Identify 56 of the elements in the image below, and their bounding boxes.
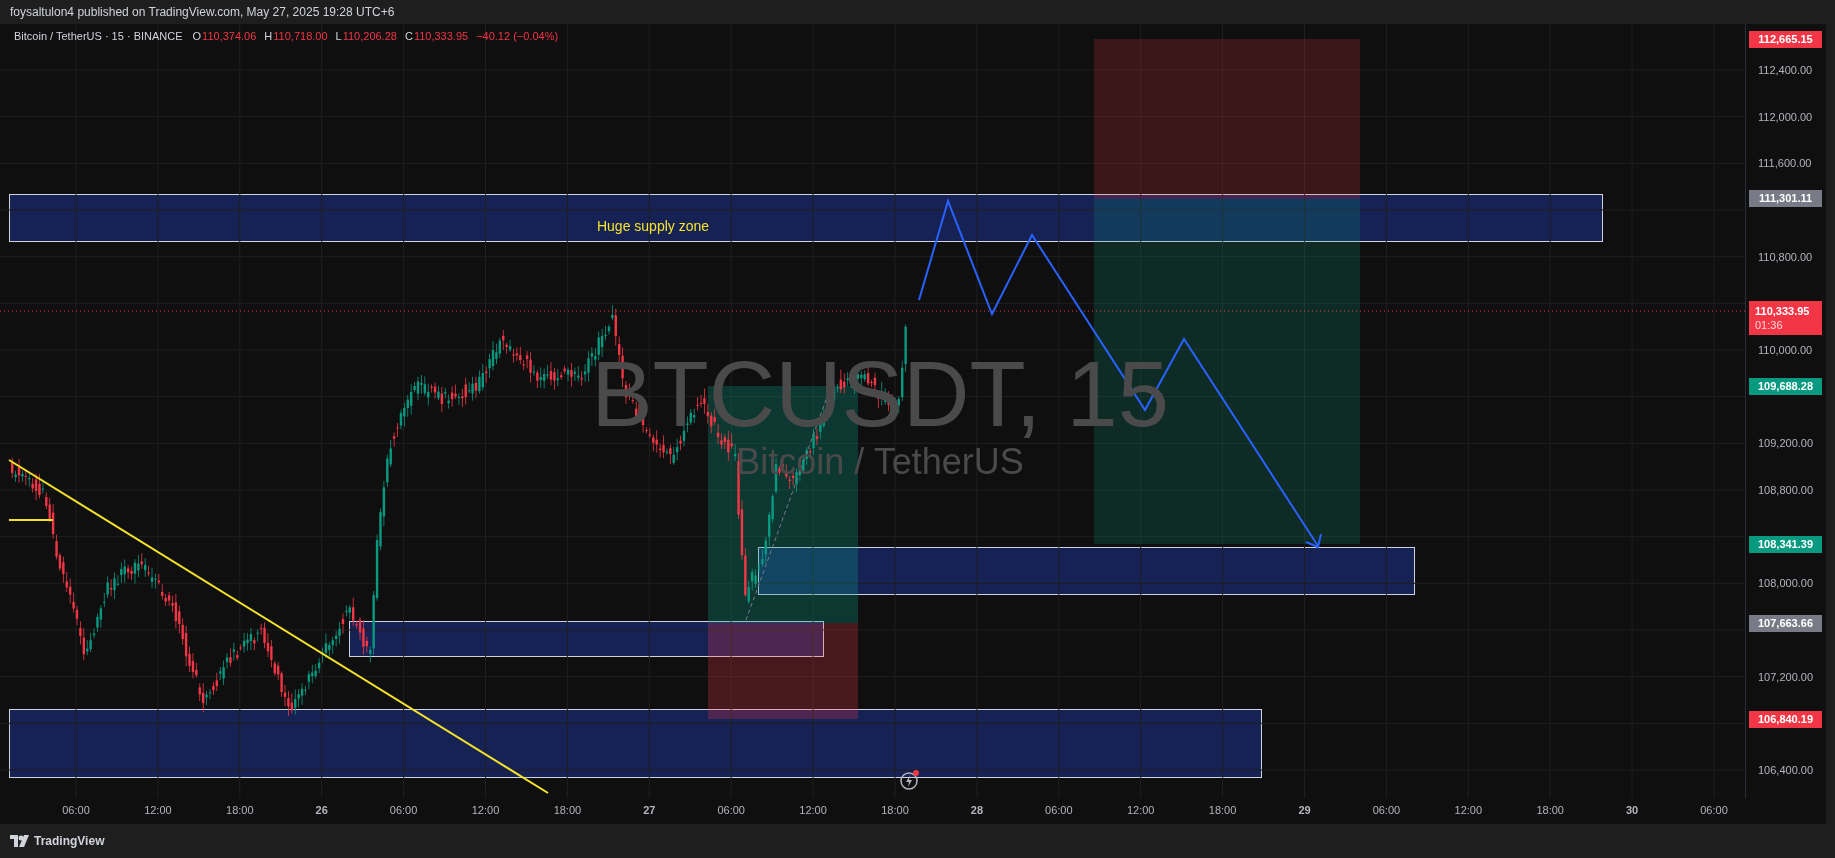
time-tick-label: 18:00 <box>880 803 910 817</box>
ohlc-label: H <box>264 29 273 44</box>
price-label: 111,301.11 <box>1749 190 1822 208</box>
ohlc-label: C <box>404 29 413 44</box>
ohlc-value: 110,206.28 <box>342 29 397 44</box>
time-tick-label: 06:00 <box>1044 803 1074 817</box>
time-tick-label: 18:00 <box>1207 803 1238 817</box>
price-tick-label: 108,800.00 <box>1758 483 1814 497</box>
price-label: 107,663.66 <box>1749 614 1822 632</box>
time-tick-label: 12:00 <box>1125 803 1156 817</box>
bar-countdown: 01:36 <box>1755 318 1783 333</box>
current-price: 110,333.95 <box>1755 304 1810 319</box>
horizontal-line[interactable] <box>8 519 54 521</box>
price-label: 108,341.39 <box>1749 535 1822 553</box>
zone-label: Huge supply zone <box>596 217 710 236</box>
price-tick-label: 112,000.00 <box>1758 109 1813 124</box>
time-tick-label: 26 <box>314 803 329 817</box>
price-tick-label: 110,000.00 <box>1758 343 1813 357</box>
price-tick-label: 110,800.00 <box>1758 249 1813 264</box>
lightning-icon[interactable] <box>899 769 921 791</box>
price-change: −40.12 (−0.04%) <box>476 29 559 44</box>
price-label: 106,840.19 <box>1749 710 1822 728</box>
price-tick-label: 107,200.00 <box>1758 669 1814 684</box>
time-tick-label: 27 <box>642 803 657 817</box>
trend-line[interactable] <box>8 459 549 794</box>
ohlc-value: 110,718.00 <box>273 29 328 44</box>
logo-icon <box>10 835 30 847</box>
brand-name[interactable]: TradingView <box>34 832 105 850</box>
time-tick-label: 06:00 <box>1699 803 1729 817</box>
time-tick-label: 12:00 <box>470 803 501 817</box>
time-tick-label: 06:00 <box>716 803 746 817</box>
ohlc-label: L <box>335 29 342 44</box>
price-label: 112,665.15 <box>1749 31 1822 49</box>
time-tick-label: 06:00 <box>388 803 419 817</box>
price-tick-label: 109,200.00 <box>1758 436 1814 451</box>
price-label: 109,688.28 <box>1749 378 1822 396</box>
price-tick-label: 112,400.00 <box>1758 63 1813 77</box>
time-tick-label: 06:00 <box>1371 803 1402 817</box>
ohlc-value: 110,333.95 <box>413 29 469 44</box>
time-tick-label: 06:00 <box>61 803 91 817</box>
price-tick-label: 108,000.00 <box>1758 576 1814 591</box>
time-tick-label: 12:00 <box>143 803 173 817</box>
time-tick-label: 29 <box>1297 803 1312 817</box>
ohlc-value: 110,374.06 <box>202 29 257 44</box>
time-tick-label: 28 <box>969 803 984 817</box>
time-tick-label: 18:00 <box>225 803 255 817</box>
symbol-description: Bitcoin / TetherUS · 15 · BINANCE <box>14 29 183 44</box>
price-tick-label: 111,600.00 <box>1758 156 1812 171</box>
publisher-text: foysaltulon4 published on TradingView.com, May 27, 2025 19:28 UTC+6 <box>10 4 395 21</box>
time-tick-label: 30 <box>1624 803 1640 817</box>
time-tick-label: 18:00 <box>552 803 583 817</box>
time-tick-label: 12:00 <box>1453 803 1484 817</box>
ohlc-label: O <box>192 29 202 44</box>
time-tick-label: 18:00 <box>1535 803 1565 817</box>
time-tick-label: 12:00 <box>798 803 828 817</box>
price-tick-label: 106,400.00 <box>1758 763 1814 777</box>
